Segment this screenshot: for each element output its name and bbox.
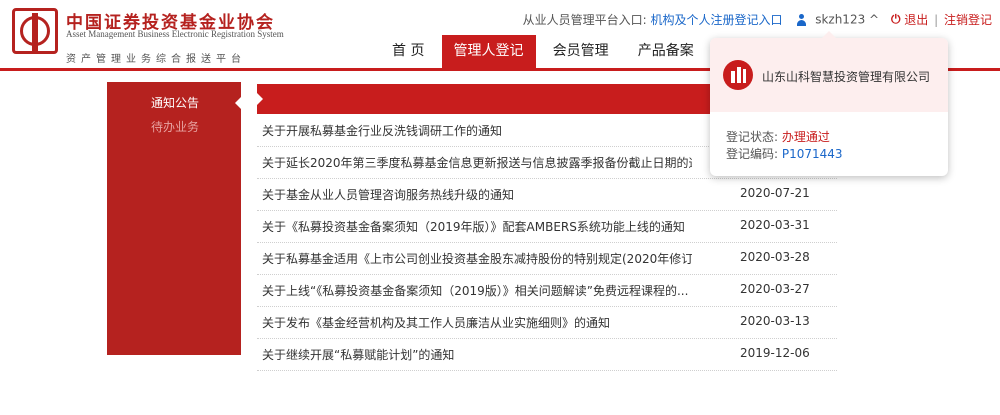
nav-item-manager-registration[interactable]: 管理人登记: [441, 35, 536, 68]
notice-title[interactable]: 关于继续开展“私募赋能计划”的通知: [262, 346, 692, 363]
sidebar-item-notices[interactable]: 通知公告: [151, 94, 199, 111]
header-arrow: [256, 92, 263, 106]
divider: |: [934, 12, 939, 27]
list-item[interactable]: 关于继续开展“私募赋能计划”的通知 2019-12-06: [257, 339, 837, 371]
register-entry-link[interactable]: 机构及个人注册登记入口: [651, 13, 783, 27]
notice-date: 2020-03-28: [740, 250, 810, 264]
deregister-link[interactable]: 注销登记: [944, 13, 992, 27]
list-item[interactable]: 关于私募基金适用《上市公司创业投资基金股东减持股份的特别规定(2020年修订)》…: [257, 243, 837, 275]
status-value: 办理通过: [781, 130, 830, 144]
brand-subtitle: 资产管理业务综合报送平台: [66, 54, 246, 65]
notice-title[interactable]: 关于延长2020年第三季度私募基金信息更新报送与信息披露季报备份截止日期的通知: [262, 154, 692, 171]
main-nav: 首 页 管理人登记 会员管理 产品备案 政策: [380, 35, 763, 68]
brand-name-en: Asset Management Business Electronic Reg…: [66, 29, 284, 39]
association-logo-icon[interactable]: [12, 8, 58, 54]
list-item[interactable]: 关于《私募投资基金备案须知（2019年版）》配套AMBERS系统功能上线的通知 …: [257, 211, 837, 243]
top-utility-bar: 从业人员管理平台入口: 机构及个人注册登记入口 skzh123 ^ ⏻ 退出 |…: [523, 11, 992, 28]
nav-item-home[interactable]: 首 页: [380, 35, 436, 68]
username[interactable]: skzh123: [815, 13, 865, 27]
registration-status: 登记状态: 办理通过: [726, 128, 830, 145]
chevron-up-icon[interactable]: ^: [869, 13, 879, 27]
code-label: 登记编码:: [726, 147, 779, 161]
notice-title[interactable]: 关于《私募投资基金备案须知（2019年版）》配套AMBERS系统功能上线的通知: [262, 218, 692, 235]
list-item[interactable]: 关于基金从业人员管理咨询服务热线升级的通知 2020-07-21: [257, 179, 837, 211]
user-info-popup: 山东山科智慧投资管理有限公司 登记状态: 办理通过 登记编码: P1071443: [710, 38, 948, 176]
logout-link[interactable]: 退出: [904, 13, 928, 27]
user-icon: [796, 13, 807, 26]
list-item[interactable]: 关于上线“《私募投资基金备案须知（2019版）》相关问题解读”免费远程课程的..…: [257, 275, 837, 307]
organization-icon: [723, 60, 753, 90]
notice-title[interactable]: 关于发布《基金经营机构及其工作人员廉洁从业实施细则》的通知: [262, 314, 692, 331]
power-icon[interactable]: ⏻: [891, 12, 901, 26]
notice-title[interactable]: 关于开展私募基金行业反洗钱调研工作的通知: [262, 122, 692, 139]
nav-item-product-filing[interactable]: 产品备案: [626, 35, 706, 68]
side-menu: 通知公告 待办业务: [107, 82, 242, 355]
notice-date: 2020-03-27: [740, 282, 810, 296]
list-item[interactable]: 关于发布《基金经营机构及其工作人员廉洁从业实施细则》的通知 2020-03-13: [257, 307, 837, 339]
notice-date: 2020-03-31: [740, 218, 810, 232]
notice-date: 2019-12-06: [740, 346, 810, 360]
sidebar-item-pending[interactable]: 待办业务: [151, 118, 199, 135]
notice-title[interactable]: 关于基金从业人员管理咨询服务热线升级的通知: [262, 186, 692, 203]
platform-entry-label: 从业人员管理平台入口:: [522, 13, 647, 27]
organization-name: 山东山科智慧投资管理有限公司: [762, 70, 931, 84]
code-value: P1071443: [781, 147, 843, 161]
notice-title[interactable]: 关于私募基金适用《上市公司创业投资基金股东减持股份的特别规定(2020年修订)》…: [262, 250, 692, 267]
popup-caret: [822, 31, 836, 38]
status-label: 登记状态:: [726, 130, 779, 144]
nav-item-member-management[interactable]: 会员管理: [541, 35, 621, 68]
notice-title[interactable]: 关于上线“《私募投资基金备案须知（2019版）》相关问题解读”免费远程课程的..…: [262, 282, 692, 299]
active-indicator-arrow: [235, 96, 242, 110]
notice-date: 2020-07-21: [740, 186, 810, 200]
notice-date: 2020-03-13: [740, 314, 810, 328]
registration-code: 登记编码: P1071443: [726, 145, 843, 162]
